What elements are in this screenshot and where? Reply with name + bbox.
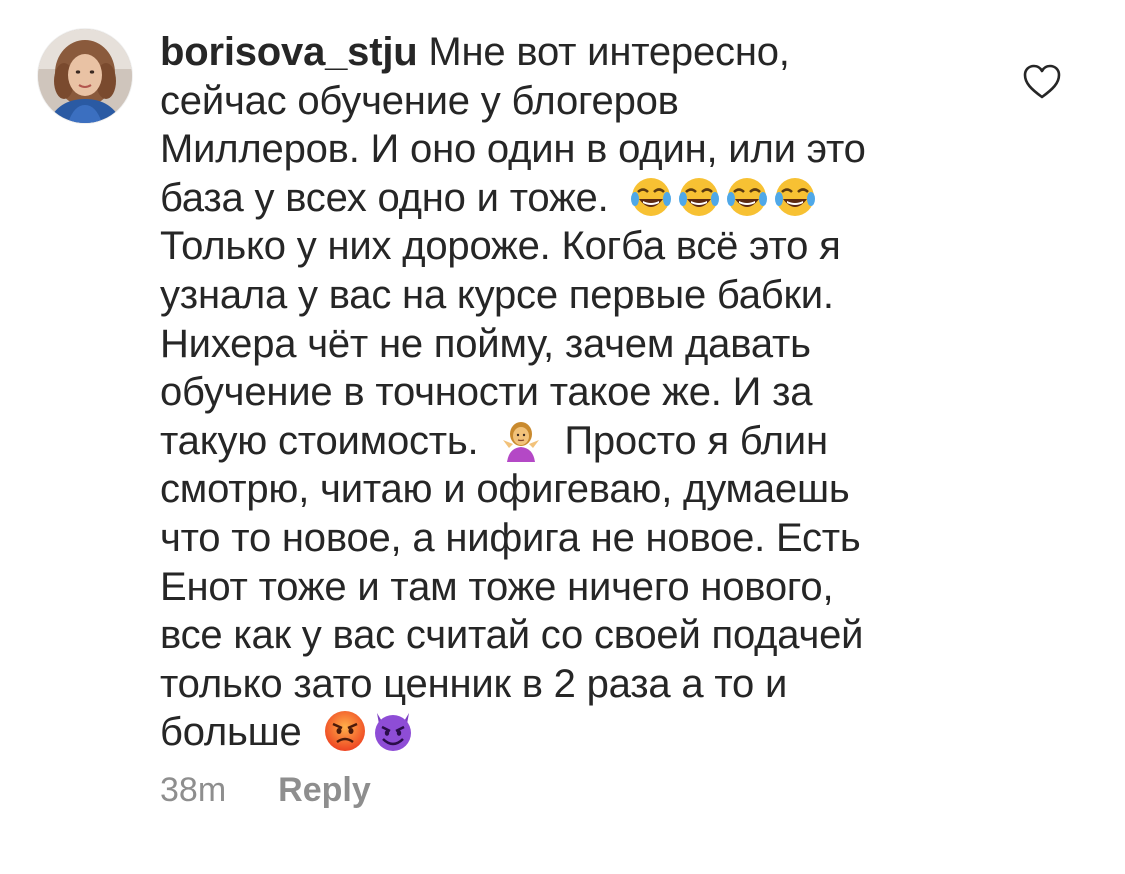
devil-emoji-icon <box>371 709 415 753</box>
comment-line: Енот тоже и там тоже ничего нового, <box>160 564 834 609</box>
comment-line: больше <box>160 710 302 755</box>
comment-line: Только у них дороже. Когба всё это я <box>160 224 841 269</box>
comment-line: что то новое, а нифига не новое. Есть <box>160 515 861 560</box>
laugh-emoji-icon <box>677 175 721 219</box>
comment-line: только зато ценник в 2 раза а то и <box>160 661 788 706</box>
comment-line: узнала у вас на курсе первые бабки. <box>160 272 834 317</box>
avatar[interactable] <box>38 29 132 123</box>
comment-line: Нихера чёт не пойму, зачем давать <box>160 321 811 366</box>
comment-line: Мне вот интересно, <box>428 30 790 74</box>
reply-button[interactable]: Reply <box>278 771 371 810</box>
comment-line: все как у вас считай со своей подачей <box>160 613 864 658</box>
comment-line: обучение в точности такое же. И за <box>160 370 813 415</box>
laugh-emoji-icon <box>725 175 769 219</box>
angry-emoji-icon <box>323 709 367 753</box>
shrug-emoji-icon <box>499 418 543 462</box>
comment-line: Миллеров. И оно один в один, или это <box>160 127 866 172</box>
comment-line: такую стоимость. <box>160 418 479 463</box>
timestamp: 38m <box>160 771 227 809</box>
comment-text: borisova_stju Мне вот интересно, сейчас … <box>160 28 990 757</box>
comment-line: база у всех одно и тоже. <box>160 175 609 220</box>
comment-meta: 38m Reply <box>160 771 371 810</box>
username-link[interactable]: borisova_stju <box>160 30 418 74</box>
comment-line: Просто я блин <box>564 418 828 463</box>
heart-icon[interactable] <box>1023 64 1061 100</box>
comment-line: смотрю, читаю и офигеваю, думаешь <box>160 467 850 512</box>
laugh-emoji-icon <box>629 175 673 219</box>
comment-line: сейчас обучение у блогеров <box>160 78 679 123</box>
laugh-emoji-icon <box>773 175 817 219</box>
comment-item: borisova_stju Мне вот интересно, сейчас … <box>0 0 1125 874</box>
